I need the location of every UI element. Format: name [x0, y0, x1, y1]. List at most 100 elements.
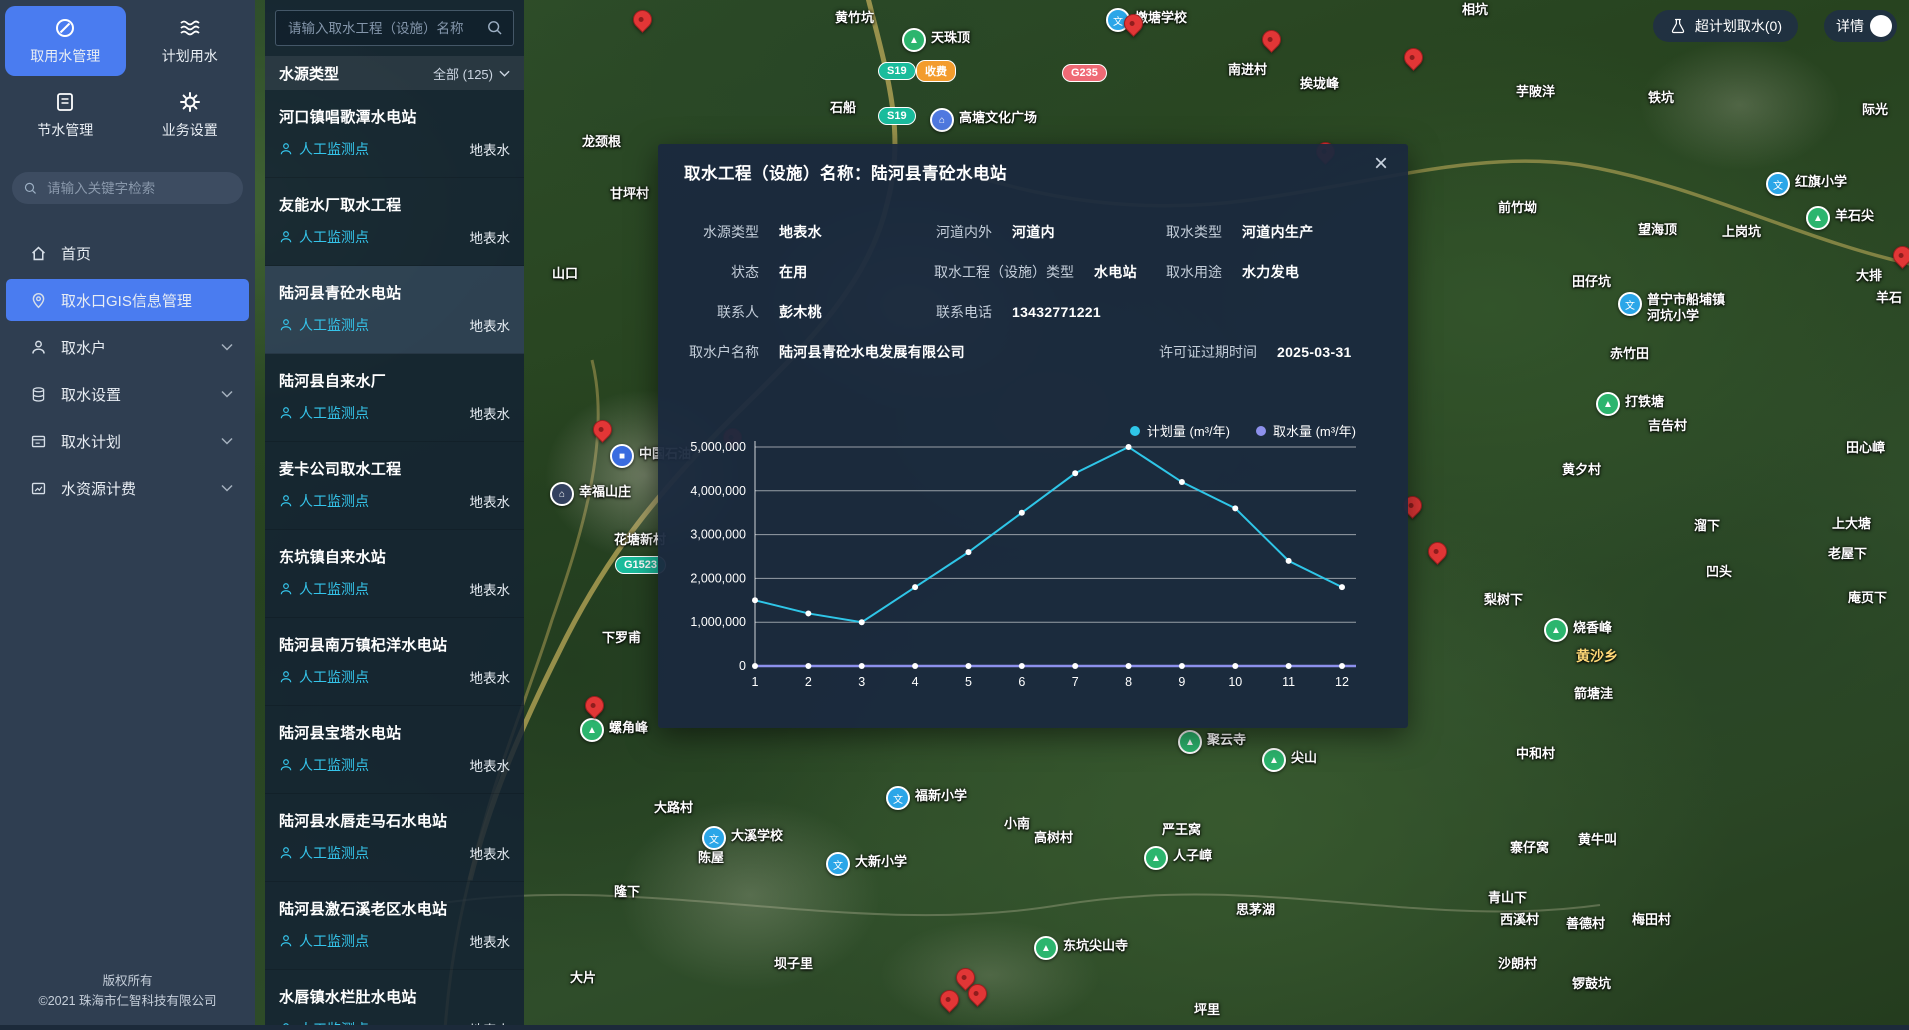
station-list-item[interactable]: 麦卡公司取水工程 人工监测点 地表水 [265, 442, 524, 530]
menu-item-home[interactable]: 首页 [6, 232, 249, 274]
station-search-input[interactable] [286, 20, 481, 37]
svg-text:1,000,000: 1,000,000 [690, 615, 746, 629]
monitor-type-label: 人工监测点 [299, 139, 369, 159]
search-icon [24, 181, 37, 196]
map-label-text: 小南 [1004, 814, 1030, 834]
svg-text:1: 1 [752, 675, 759, 689]
menu-item-intake-settings[interactable]: 取水设置 [6, 373, 249, 415]
station-list-item[interactable]: 陆河县激石溪老区水电站 人工监测点 地表水 [265, 882, 524, 970]
monitor-type: 人工监测点 [279, 139, 369, 159]
map-label-text: 铁坑 [1648, 88, 1674, 108]
water-source-label: 地表水 [470, 403, 511, 423]
menu-item-water-users[interactable]: 取水户 [6, 326, 249, 368]
map-label-text: 梨树下 [1484, 590, 1523, 610]
map-poi: 田仔坑 [1572, 272, 1611, 292]
map-label-text: 上岗坑 [1722, 222, 1761, 242]
map-label-text: 石船 [830, 98, 856, 118]
legend-dot-planned [1130, 426, 1140, 436]
field-label: 取水类型 [1161, 222, 1222, 242]
field-label: 联系人 [684, 302, 759, 322]
detail-toggle[interactable]: 详情 [1824, 10, 1897, 42]
water-source-label: 地表水 [470, 227, 511, 247]
svg-text:10: 10 [1228, 675, 1242, 689]
station-list-item[interactable]: 陆河县青砼水电站 人工监测点 地表水 [265, 266, 524, 354]
map-label-text: 上大塘 [1832, 514, 1871, 534]
map-poi: 文 福新小学 [886, 786, 967, 810]
station-list-item[interactable]: 陆河县自来水厂 人工监测点 地表水 [265, 354, 524, 442]
map-poi: 黄竹坑 [835, 8, 874, 28]
map-poi: 黄沙乡 [1576, 646, 1618, 666]
map-label-text: 尖山 [1291, 748, 1317, 768]
close-icon[interactable]: × [1374, 152, 1388, 176]
person-icon [279, 142, 293, 156]
map-label-text: 青山下 [1488, 888, 1527, 908]
sidebar-search-input[interactable] [45, 180, 231, 197]
search-icon[interactable] [487, 20, 503, 36]
menu-item-intake-plan[interactable]: 取水计划 [6, 420, 249, 462]
chevron-down-icon [221, 484, 233, 492]
map-poi: 大片 [570, 968, 596, 988]
station-search[interactable] [275, 10, 514, 46]
station-name: 陆河县水唇走马石水电站 [279, 810, 510, 831]
top-controls: 超计划取水(0) 详情 [1653, 10, 1897, 42]
map-poi: 文 普宁市船埔镇河坑小学 [1618, 292, 1730, 325]
station-list-item[interactable]: 陆河县水唇走马石水电站 人工监测点 地表水 [265, 794, 524, 882]
map-pin-icon [30, 292, 47, 309]
map-label-text: 大路村 [654, 798, 693, 818]
map-marker-icon: 文 [1618, 292, 1642, 316]
menu-item-water-fees[interactable]: 水资源计费 [6, 467, 249, 509]
station-meta: 人工监测点 地表水 [279, 579, 510, 599]
map-label-text: S19 [878, 62, 916, 80]
person-icon [279, 582, 293, 596]
monitor-type-label: 人工监测点 [299, 403, 369, 423]
person-icon [279, 670, 293, 684]
map-label-text: 际光 [1862, 100, 1888, 120]
tile-label: 取用水管理 [30, 46, 100, 66]
station-list-item[interactable]: 东坑镇自来水站 人工监测点 地表水 [265, 530, 524, 618]
legend-dot-intake [1256, 426, 1266, 436]
monitor-type: 人工监测点 [279, 403, 369, 423]
detail-field: 状态 在用 [684, 262, 808, 282]
map-poi: 前竹坳 [1498, 198, 1537, 218]
copyright-line2: ©2021 珠海市仁智科技有限公司 [0, 991, 255, 1011]
field-value: 彭木桃 [779, 302, 822, 322]
detail-field: 取水户名称 陆河县青砼水电发展有限公司 [684, 342, 965, 362]
map-poi: 西溪村 [1500, 910, 1539, 930]
map-label-text: 福新小学 [915, 786, 967, 806]
filter-all-dropdown[interactable]: 全部 (125) [433, 64, 510, 83]
map-poi: ▲ 打铁塘 [1596, 392, 1664, 416]
field-value: 13432771221 [1012, 304, 1101, 320]
map-label-text: 田心嶂 [1846, 438, 1885, 458]
station-list-item[interactable]: 陆河县南万镇杞洋水电站 人工监测点 地表水 [265, 618, 524, 706]
station-list-item[interactable]: 河口镇唱歌潭水电站 人工监测点 地表水 [265, 90, 524, 178]
field-label: 水源类型 [684, 222, 759, 242]
menu-item-gis-info[interactable]: 取水口GIS信息管理 [6, 279, 249, 321]
detail-field: 河道内外 河道内 [929, 222, 1055, 242]
map-label-text: 龙颈根 [582, 132, 621, 152]
map-marker-icon: ▲ [902, 28, 926, 52]
tile-water-saving-management[interactable]: 节水管理 [5, 80, 126, 150]
chevron-down-icon [221, 437, 233, 445]
water-source-label: 地表水 [470, 931, 511, 951]
svg-text:4: 4 [912, 675, 919, 689]
station-list-item[interactable]: 友能水厂取水工程 人工监测点 地表水 [265, 178, 524, 266]
monitor-type-label: 人工监测点 [299, 667, 369, 687]
station-list-item[interactable]: 陆河县宝塔水电站 人工监测点 地表水 [265, 706, 524, 794]
map-label-text: 黄竹坑 [835, 8, 874, 28]
station-list-item[interactable]: 水唇镇水栏肚水电站 人工监测点 地表水 [265, 970, 524, 1025]
monitor-type-label: 人工监测点 [299, 491, 369, 511]
modal-title: 取水工程（设施）名称：陆河县青砼水电站 [684, 160, 1007, 184]
over-plan-button[interactable]: 超计划取水(0) [1653, 10, 1798, 42]
toggle-knob[interactable] [1870, 15, 1892, 37]
tile-planned-water-use[interactable]: 计划用水 [130, 6, 251, 76]
svg-text:5,000,000: 5,000,000 [690, 440, 746, 454]
map-poi: 际光 [1862, 100, 1888, 120]
map-label-text: 陈屋 [698, 848, 724, 868]
sidebar-search[interactable] [12, 172, 243, 204]
detail-field: 联系人 彭木桃 [684, 302, 822, 322]
map-poi: 上岗坑 [1722, 222, 1761, 242]
tile-water-intake-management[interactable]: 取用水管理 [5, 6, 126, 76]
map-poi: 收费 [916, 60, 956, 82]
map-label-text: 善德村 [1566, 914, 1605, 934]
tile-business-settings[interactable]: 业务设置 [130, 80, 251, 150]
